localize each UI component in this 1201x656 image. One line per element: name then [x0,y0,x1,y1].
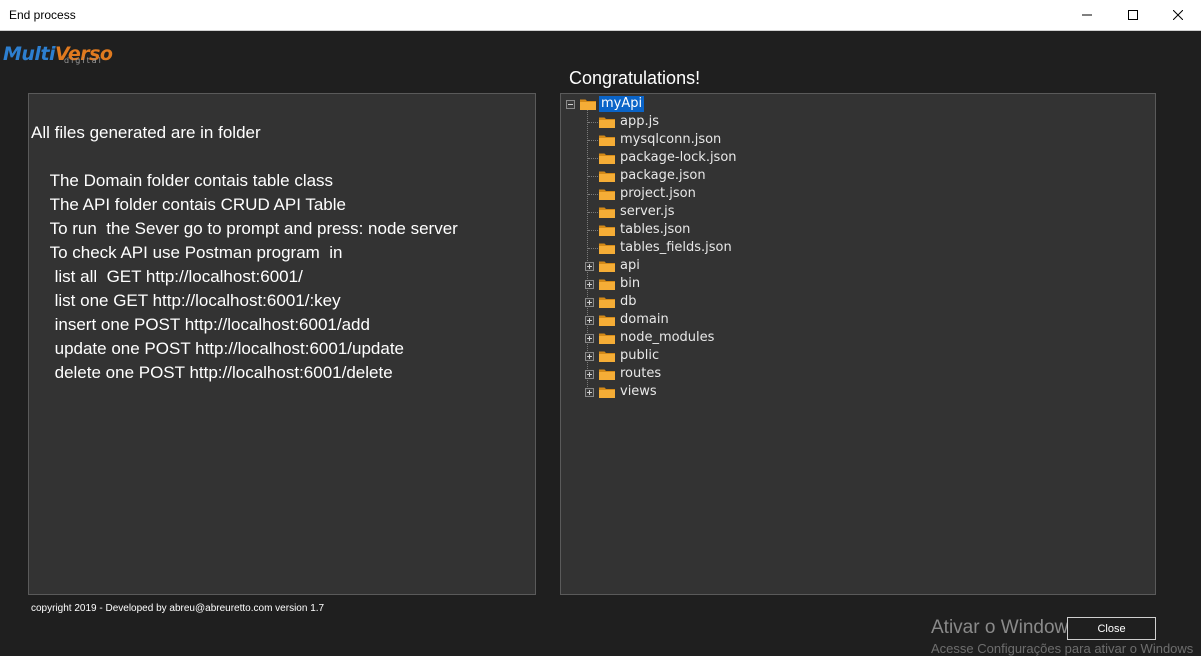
info-line: To run the Sever go to prompt and press:… [31,219,458,238]
title-bar: End process [0,0,1201,31]
tree-connector-line [588,194,598,195]
tree-item-label: package.json [620,168,706,183]
folder-icon [599,332,615,344]
tree-root-myapi[interactable]: myApi [580,95,645,113]
folder-icon [599,242,615,254]
info-line: update one POST http://localhost:6001/up… [31,339,405,358]
file-tree-view[interactable]: myApi app.js mysqlconn.json package-lock.js… [560,93,1156,595]
folder-icon [599,116,615,128]
info-line: The Domain folder contais table class [31,171,334,190]
folder-icon [580,98,596,110]
collapse-icon[interactable] [566,100,575,109]
expand-icon[interactable] [585,334,594,343]
tree-item-label: tables_fields.json [620,240,732,255]
info-line: The API folder contais CRUD API Table [31,195,346,214]
activation-watermark-detail: Acesse Configurações para ativar o Windo… [931,641,1194,656]
tree-item-label: db [620,294,637,309]
tree-item-label: routes [620,366,662,381]
folder-icon [599,224,615,236]
folder-icon [599,188,615,200]
tree-item-label: package-lock.json [620,150,737,165]
tree-folder-item[interactable]: views [599,383,659,401]
tree-file-item[interactable]: tables.json [599,221,692,239]
tree-folder-item[interactable]: api [599,257,642,275]
folder-icon [599,368,615,380]
tree-folder-item[interactable]: db [599,293,639,311]
window-title: End process [9,8,76,22]
tree-connector-line [588,212,598,213]
tree-item-label: app.js [620,114,659,129]
info-line: list one GET http://localhost:6001/:key [31,291,341,310]
tree-file-item[interactable]: tables_fields.json [599,239,734,257]
tree-connector-line [588,248,598,249]
expand-icon[interactable] [585,352,594,361]
folder-icon [599,170,615,182]
tree-item-label: tables.json [620,222,691,237]
tree-item-label: public [620,348,660,363]
folder-icon [599,386,615,398]
maximize-button[interactable] [1110,0,1156,30]
folder-icon [599,296,615,308]
tree-connector-line [588,122,598,123]
info-panel: All files generated are in folder The Do… [28,93,536,595]
tree-file-item[interactable]: package.json [599,167,708,185]
tree-file-item[interactable]: server.js [599,203,676,221]
tree-connector-line [588,176,598,177]
tree-folder-item[interactable]: routes [599,365,663,383]
folder-icon [599,260,615,272]
info-line: insert one POST http://localhost:6001/ad… [31,315,370,334]
maximize-icon [1128,10,1138,20]
info-line: All files generated are in folder [31,123,261,142]
tree-connector-line [588,158,598,159]
tree-item-label: domain [620,312,669,327]
tree-item-label: node_modules [620,330,715,345]
expand-icon[interactable] [585,370,594,379]
tree-connector-line [588,230,598,231]
tree-connector-line [588,140,598,141]
tree-item-label: views [620,384,657,399]
close-button[interactable]: Close [1067,617,1156,640]
folder-icon [599,278,615,290]
tree-file-item[interactable]: app.js [599,113,661,131]
minimize-button[interactable] [1064,0,1110,30]
tree-item-label: myApi [599,96,645,112]
folder-icon [599,152,615,164]
tree-file-item[interactable]: mysqlconn.json [599,131,723,149]
info-line: delete one POST http://localhost:6001/de… [31,363,393,382]
tree-item-label: api [620,258,640,273]
folder-icon [599,350,615,362]
expand-icon[interactable] [585,280,594,289]
multiverso-logo: MultiVerso digital [3,34,113,74]
tree-item-label: server.js [620,204,675,219]
folder-icon [599,314,615,326]
info-line: To check API use Postman program in [31,243,343,262]
info-line: list all GET http://localhost:6001/ [31,267,303,286]
tree-item-label: mysqlconn.json [620,132,722,147]
expand-icon[interactable] [585,388,594,397]
close-icon [1173,10,1183,20]
folder-icon [599,134,615,146]
tree-folder-item[interactable]: domain [599,311,671,329]
logo-text-part1: Multi [3,43,56,65]
tree-folder-item[interactable]: bin [599,275,642,293]
expand-icon[interactable] [585,298,594,307]
close-window-button[interactable] [1155,0,1201,30]
activation-watermark: Ativar o Windows [931,617,1078,638]
tree-folder-item[interactable]: public [599,347,661,365]
tree-folder-item[interactable]: node_modules [599,329,716,347]
tree-file-item[interactable]: project.json [599,185,698,203]
congratulations-heading: Congratulations! [569,68,701,88]
tree-item-label: bin [620,276,641,291]
tree-connector-line [587,108,588,393]
tree-file-item[interactable]: package-lock.json [599,149,739,167]
tree-item-label: project.json [620,186,696,201]
expand-icon[interactable] [585,262,594,271]
copyright-footer: copyright 2019 - Developed by abreu@abre… [31,603,325,614]
folder-icon [599,206,615,218]
logo-subtitle: digital [64,56,103,65]
expand-icon[interactable] [585,316,594,325]
minimize-icon [1082,14,1092,16]
